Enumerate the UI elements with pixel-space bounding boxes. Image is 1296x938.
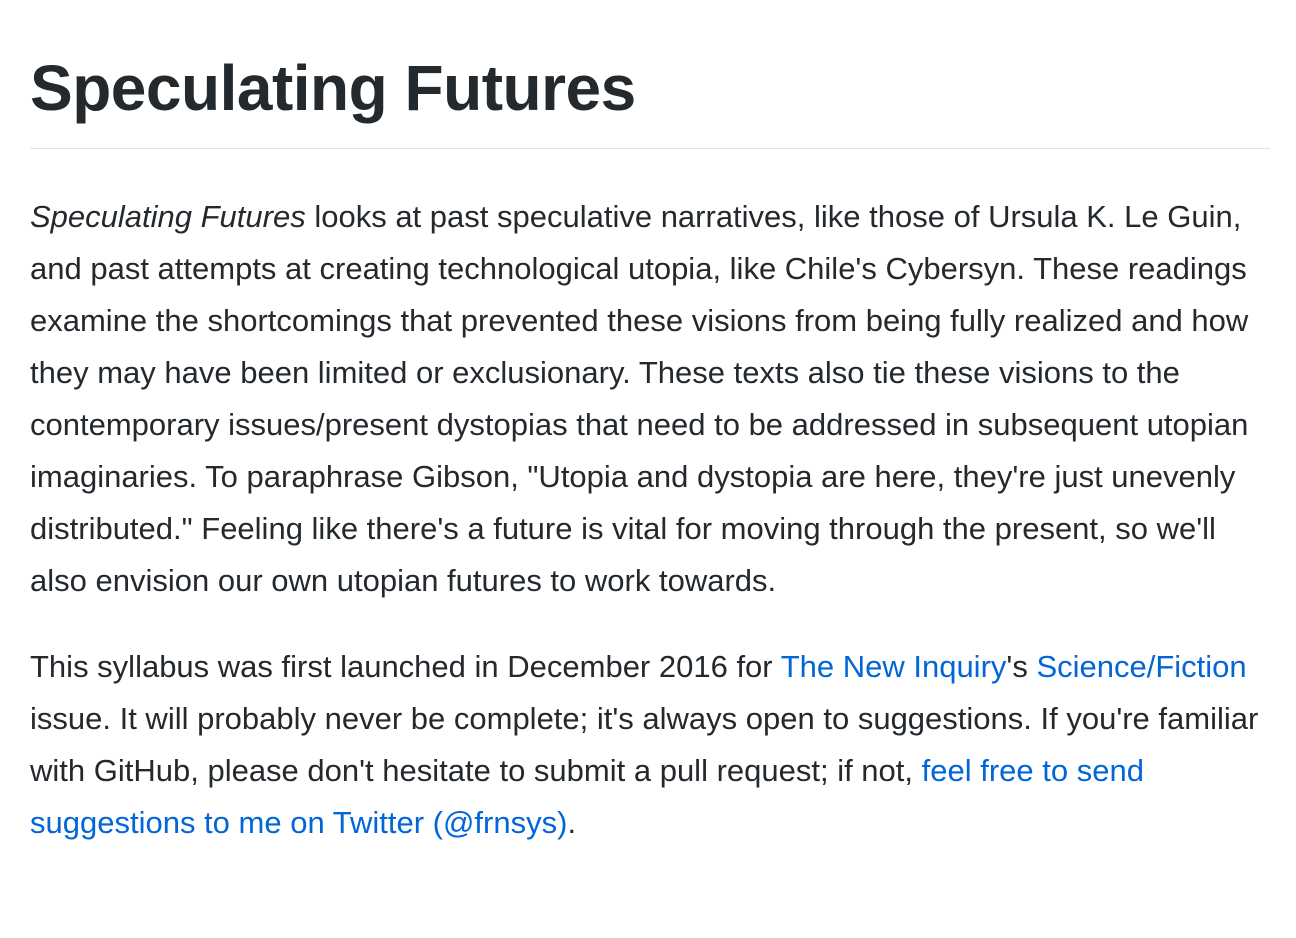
title-divider bbox=[30, 148, 1270, 149]
about-text-1: This syllabus was first launched in Dece… bbox=[30, 649, 781, 684]
about-paragraph: This syllabus was first launched in Dece… bbox=[30, 641, 1270, 849]
readme-content: Speculating Futures Speculating Futures … bbox=[30, 0, 1270, 849]
about-text-2: 's bbox=[1006, 649, 1037, 684]
intro-text: looks at past speculative narratives, li… bbox=[30, 199, 1249, 598]
science-fiction-link[interactable]: Science/Fiction bbox=[1036, 649, 1246, 684]
intro-paragraph: Speculating Futures looks at past specul… bbox=[30, 191, 1270, 607]
intro-emphasis: Speculating Futures bbox=[30, 199, 306, 234]
page-title: Speculating Futures bbox=[30, 52, 636, 124]
about-text-4: . bbox=[567, 805, 577, 840]
new-inquiry-link[interactable]: The New Inquiry bbox=[781, 649, 1007, 684]
